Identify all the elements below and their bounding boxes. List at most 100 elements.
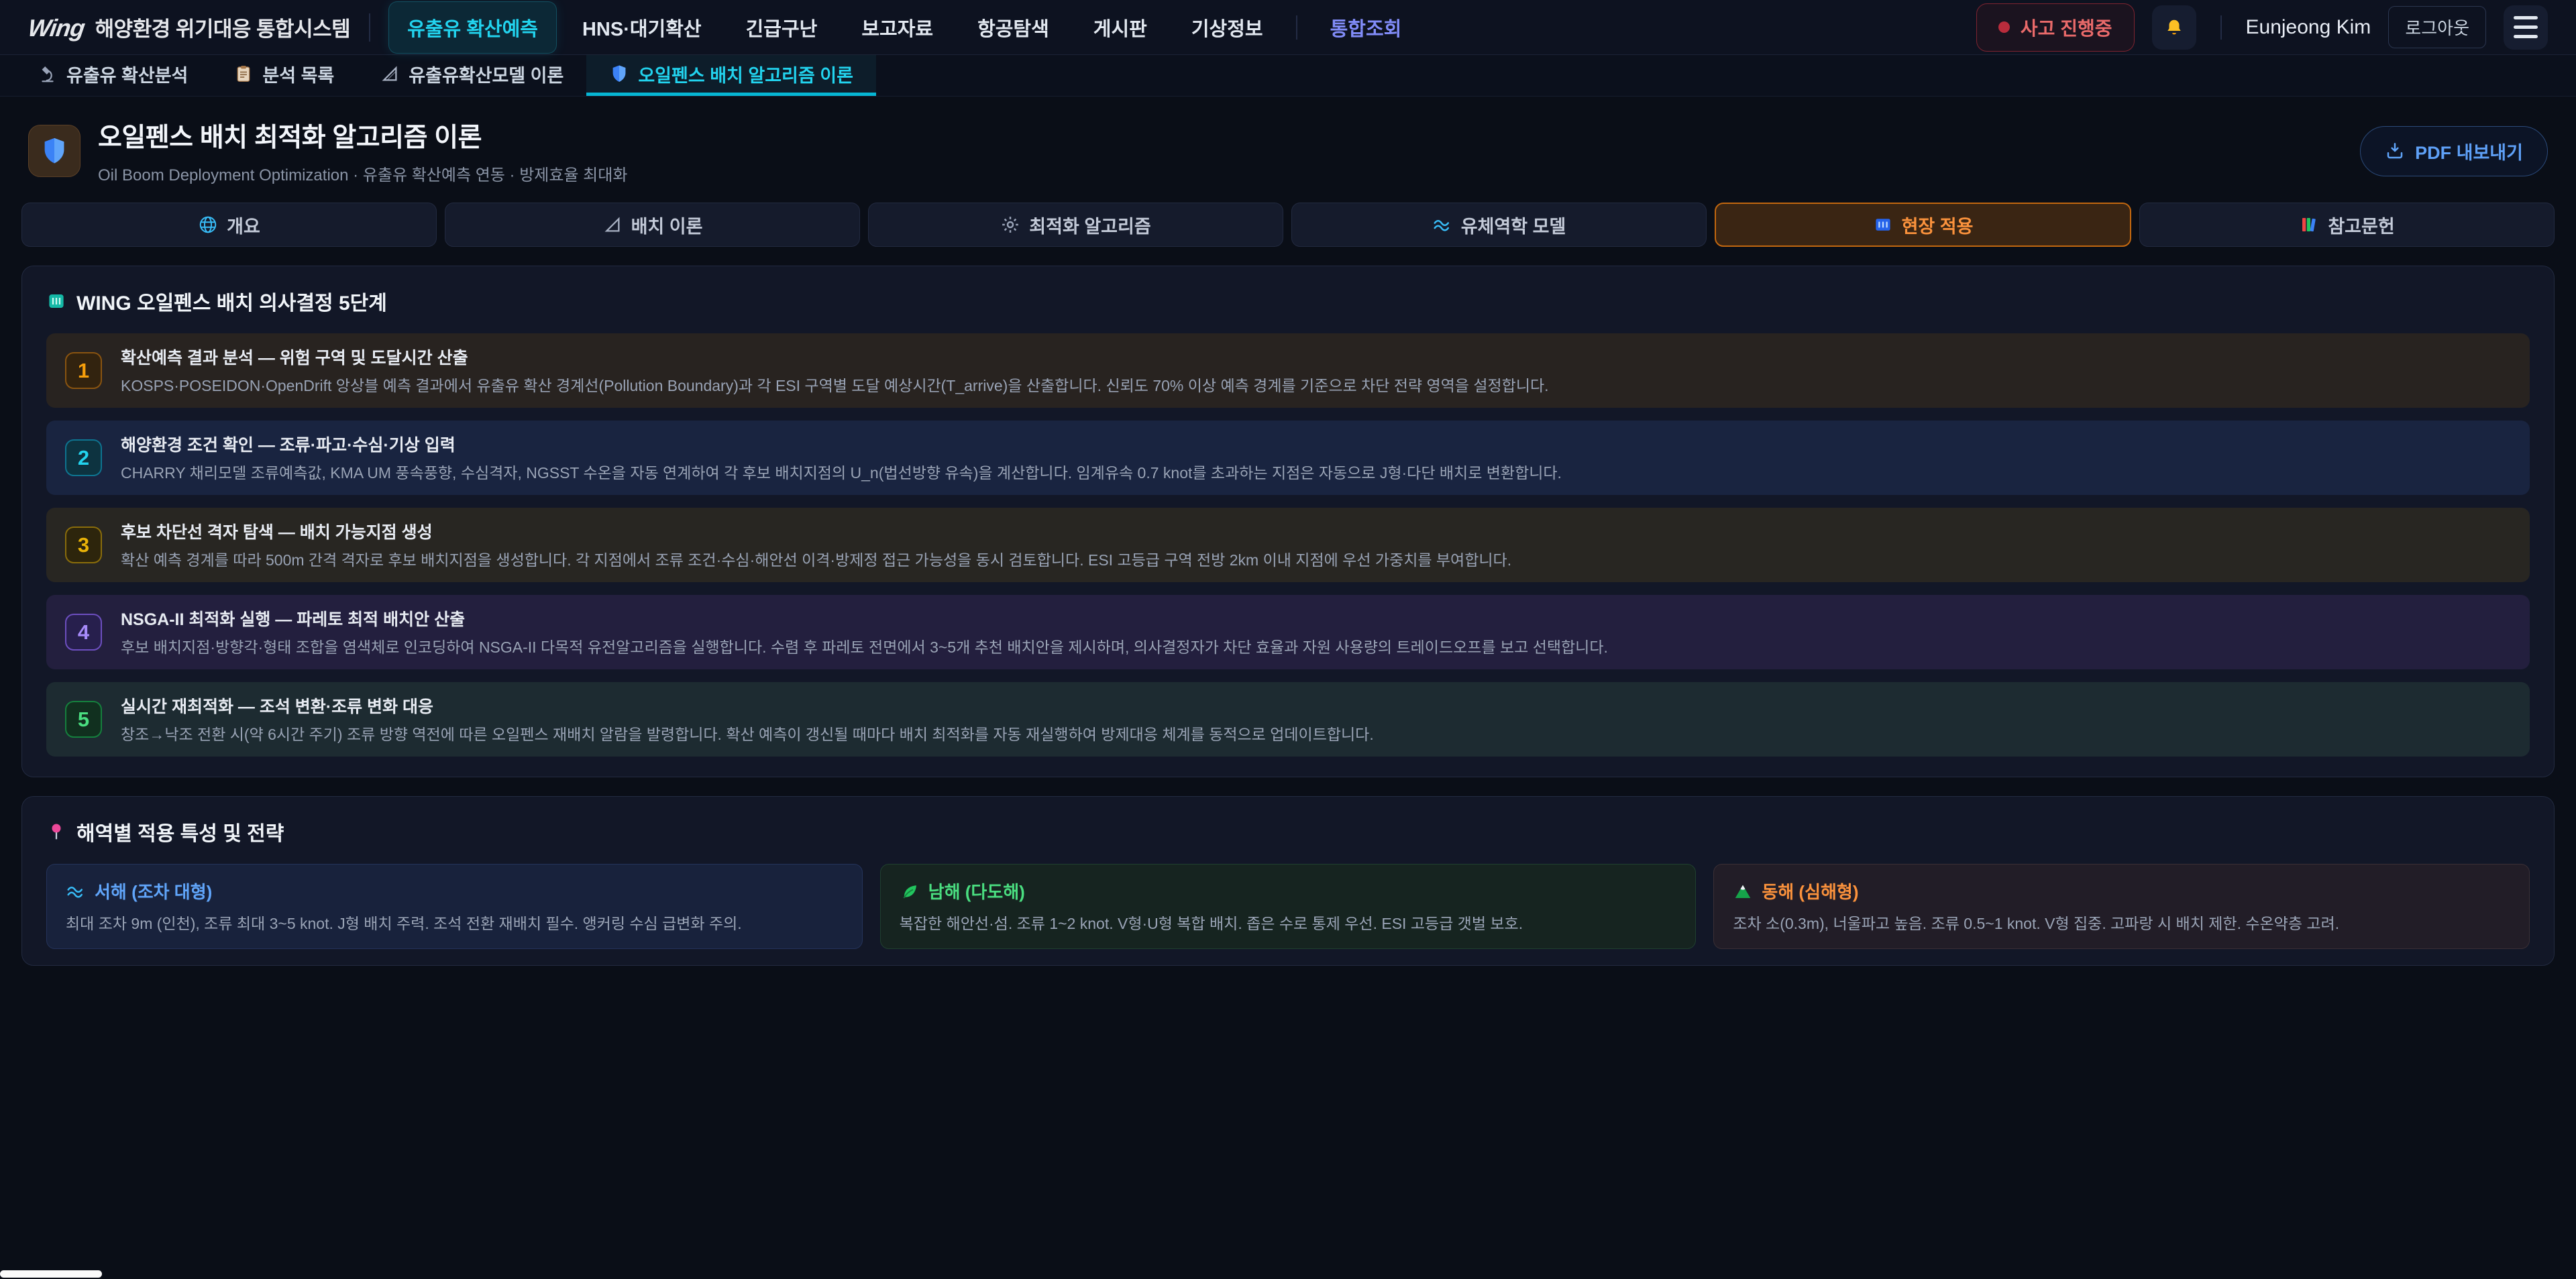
round-pushpin-icon [46, 822, 66, 842]
tab-oil-boom-algorithm-theory[interactable]: 오일펜스 배치 알고리즘 이론 [586, 55, 876, 96]
nav-item-oil-spill-prediction[interactable]: 유출유 확산예측 [389, 2, 556, 53]
nav-item-aerial-search[interactable]: 항공탐색 [959, 2, 1067, 53]
bell-icon [2164, 17, 2184, 38]
section-tab-label: 개요 [227, 212, 260, 238]
app-logo[interactable]: Wing 해양환경 위기대응 통합시스템 [28, 12, 350, 42]
leaf-icon [900, 881, 920, 901]
region-card-title-row: 해역별 적용 특성 및 전략 [46, 817, 2530, 846]
decision-steps-card: WING 오일펜스 배치 의사결정 5단계 1 확산예측 결과 분석 — 위험 … [21, 266, 2555, 777]
step-number-badge: 5 [65, 701, 102, 738]
step-text: NSGA-II 최적화 실행 — 파레토 최적 배치안 산출 후보 배치지점·방… [121, 606, 1608, 658]
section-tab-deployment-theory[interactable]: 배치 이론 [445, 203, 860, 247]
section-tab-label: 현장 적용 [1902, 212, 1974, 238]
section-tab-overview[interactable]: 개요 [21, 203, 437, 247]
triangle-ruler-icon [380, 64, 400, 84]
page-header: 오일펜스 배치 최적화 알고리즘 이론 Oil Boom Deployment … [0, 97, 2576, 200]
hamburger-bar [2514, 25, 2538, 29]
mountain-icon [1733, 881, 1753, 901]
region-card-title: 해역별 적용 특성 및 전략 [76, 817, 284, 846]
section-tab-label: 참고문헌 [2328, 212, 2394, 238]
nav-item-reports[interactable]: 보고자료 [843, 2, 951, 53]
region-strategy-card: 해역별 적용 특성 및 전략 서해 (조차 대형) 최대 조차 9m (인천),… [21, 796, 2555, 966]
step-body: 후보 배치지점·방향각·형태 조합을 염색체로 인코딩하여 NSGA-II 다목… [121, 637, 1608, 658]
page-subtitle: Oil Boom Deployment Optimization · 유출유 확… [98, 162, 627, 185]
step-title: 해양환경 조건 확인 — 조류·파고·수심·기상 입력 [121, 432, 1562, 456]
step-number-badge: 4 [65, 614, 102, 651]
region-body: 최대 조차 9m (인천), 조류 최대 3~5 knot. J형 배치 주력.… [66, 913, 843, 934]
tab-label: 유출유 확산분석 [66, 61, 188, 87]
page-title: 오일펜스 배치 최적화 알고리즘 이론 [98, 117, 627, 154]
navbar-left: Wing 해양환경 위기대응 통합시스템 유출유 확산예측 HNS·대기확산 긴… [28, 2, 1419, 53]
logout-button[interactable]: 로그아웃 [2388, 6, 2486, 48]
page-header-left: 오일펜스 배치 최적화 알고리즘 이론 Oil Boom Deployment … [28, 117, 627, 185]
step-title: 확산예측 결과 분석 — 위험 구역 및 도달시간 산출 [121, 345, 1549, 369]
incident-dot-icon [1998, 21, 2010, 33]
step-text: 해양환경 조건 확인 — 조류·파고·수심·기상 입력 CHARRY 채리모델 … [121, 432, 1562, 484]
microscope-icon [38, 64, 58, 84]
region-body: 조차 소(0.3m), 너울파고 높음. 조류 0.5~1 knot. V형 집… [1733, 913, 2510, 934]
step-body: 확산 예측 경계를 따라 500m 간격 격자로 후보 배치지점을 생성합니다.… [121, 550, 1511, 571]
region-card-east-sea: 동해 (심해형) 조차 소(0.3m), 너울파고 높음. 조류 0.5~1 k… [1713, 864, 2530, 949]
nav-item-weather-info[interactable]: 기상정보 [1173, 2, 1281, 53]
region-name: 남해 (다도해) [928, 879, 1025, 903]
region-title-row: 남해 (다도해) [900, 879, 1677, 903]
step-body: KOSPS·POSEIDON·OpenDrift 앙상블 예측 결과에서 유출유… [121, 376, 1549, 396]
decision-step-2: 2 해양환경 조건 확인 — 조류·파고·수심·기상 입력 CHARRY 채리모… [46, 421, 2530, 495]
divider [1296, 15, 1297, 40]
horizontal-scrollbar-thumb[interactable] [0, 1270, 102, 1278]
pdf-export-button[interactable]: PDF 내보내기 [2360, 126, 2548, 176]
section-tabs: 개요 배치 이론 최적화 알고리즘 유체역학 모델 현장 적용 참고문헌 [0, 200, 2576, 247]
site-icon [1873, 215, 1893, 235]
hamburger-menu-button[interactable] [2504, 5, 2548, 50]
section-tab-label: 최적화 알고리즘 [1029, 212, 1150, 238]
section-tab-field-application[interactable]: 현장 적용 [1715, 203, 2131, 247]
decision-card-title: WING 오일펜스 배치 의사결정 5단계 [76, 286, 387, 316]
step-text: 실시간 재최적화 — 조석 변환·조류 변화 대응 창조→낙조 전환 시(약 6… [121, 693, 1374, 745]
region-name: 동해 (심해형) [1762, 879, 1858, 903]
page-icon-box [28, 125, 80, 177]
section-tab-references[interactable]: 참고문헌 [2139, 203, 2555, 247]
nav-item-integrated-search[interactable]: 통합조회 [1312, 2, 1420, 53]
tab-analysis-list[interactable]: 분석 목록 [211, 55, 357, 96]
clipboard-icon [233, 64, 254, 84]
view-tabbar: 유출유 확산분석 분석 목록 유출유확산모델 이론 오일펜스 배치 알고리즘 이… [0, 55, 2576, 97]
globe-icon [198, 215, 218, 235]
step-number-badge: 1 [65, 352, 102, 389]
region-grid: 서해 (조차 대형) 최대 조차 9m (인천), 조류 최대 3~5 knot… [46, 864, 2530, 949]
region-card-west-sea: 서해 (조차 대형) 최대 조차 9m (인천), 조류 최대 3~5 knot… [46, 864, 863, 949]
region-title-row: 동해 (심해형) [1733, 879, 2510, 903]
app-title: 해양환경 위기대응 통합시스템 [95, 12, 351, 42]
shield-icon [39, 135, 70, 166]
region-name: 서해 (조차 대형) [95, 879, 212, 903]
wave-icon [66, 881, 86, 901]
brand-mark: Wing [26, 14, 87, 42]
region-card-south-sea: 남해 (다도해) 복잡한 해안선·섬. 조류 1~2 knot. V형·U형 복… [880, 864, 1697, 949]
step-number-badge: 2 [65, 439, 102, 476]
decision-step-5: 5 실시간 재최적화 — 조석 변환·조류 변화 대응 창조→낙조 전환 시(약… [46, 682, 2530, 757]
books-icon [2299, 215, 2319, 235]
nav-item-board[interactable]: 게시판 [1075, 2, 1165, 53]
top-navbar: Wing 해양환경 위기대응 통합시스템 유출유 확산예측 HNS·대기확산 긴… [0, 0, 2576, 55]
step-text: 확산예측 결과 분석 — 위험 구역 및 도달시간 산출 KOSPS·POSEI… [121, 345, 1549, 396]
tab-diffusion-model-theory[interactable]: 유출유확산모델 이론 [357, 55, 586, 96]
section-tab-label: 유체역학 모델 [1461, 212, 1566, 238]
nav-item-hns-diffusion[interactable]: HNS·대기확산 [564, 2, 720, 53]
notifications-button[interactable] [2152, 5, 2196, 50]
main-menu: 유출유 확산예측 HNS·대기확산 긴급구난 보고자료 항공탐색 게시판 기상정… [389, 2, 1419, 53]
download-icon [2385, 141, 2405, 161]
control-panel-icon [46, 291, 66, 311]
hamburger-bar [2514, 35, 2538, 38]
step-number-badge: 3 [65, 526, 102, 563]
triangle-ruler-icon [602, 215, 623, 235]
tab-spill-diffusion-analysis[interactable]: 유출유 확산분석 [15, 55, 211, 96]
decision-card-title-row: WING 오일펜스 배치 의사결정 5단계 [46, 286, 2530, 316]
tab-label: 오일펜스 배치 알고리즘 이론 [638, 61, 853, 87]
wave-icon [1432, 215, 1452, 235]
decision-step-1: 1 확산예측 결과 분석 — 위험 구역 및 도달시간 산출 KOSPS·POS… [46, 333, 2530, 408]
decision-step-3: 3 후보 차단선 격자 탐색 — 배치 가능지점 생성 확산 예측 경계를 따라… [46, 508, 2530, 582]
section-tab-optimization-algorithm[interactable]: 최적화 알고리즘 [868, 203, 1283, 247]
divider [2220, 15, 2222, 40]
section-tab-hydrodynamics-model[interactable]: 유체역학 모델 [1291, 203, 1707, 247]
nav-item-emergency-rescue[interactable]: 긴급구난 [728, 2, 836, 53]
tab-label: 분석 목록 [262, 61, 334, 87]
